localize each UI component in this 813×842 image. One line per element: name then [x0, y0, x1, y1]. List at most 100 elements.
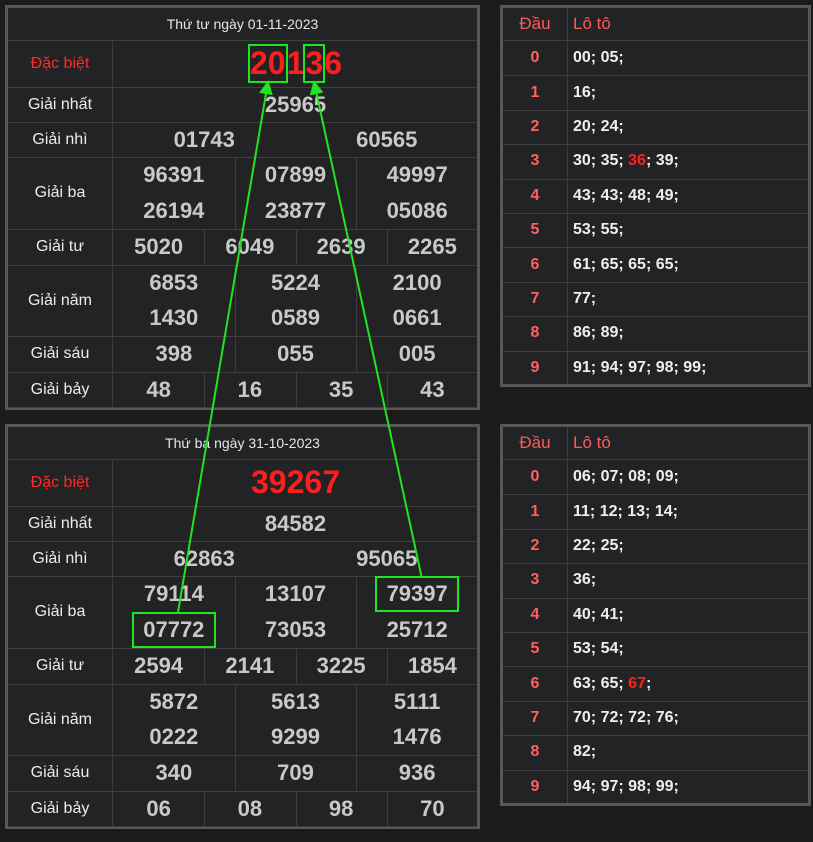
prize-value-fifth: 1430	[149, 305, 199, 331]
prize-value-third: 07899	[264, 162, 327, 187]
divider	[356, 755, 357, 791]
loto-number-text: 53; 55;	[573, 221, 624, 239]
prize-value-third: 25712	[386, 617, 448, 642]
prize-value-fifth: 5111	[393, 688, 441, 714]
prize-value-fifth: 5613	[271, 688, 320, 714]
divider	[567, 8, 568, 384]
prize-value-fourth: 6049	[225, 234, 275, 259]
loto-row-head: 3	[530, 152, 540, 170]
loto-number-text: 11; 12; 13; 14;	[573, 502, 678, 520]
loto-row-values: 61; 65; 65; 65;	[571, 247, 806, 281]
date-title: Thứ ba ngày 31-10-2023	[165, 435, 320, 451]
prize-value-fifth: 0222	[149, 724, 199, 750]
loto-header-dau: Đầu	[519, 14, 551, 33]
prize-value-fifth: 2100	[392, 269, 442, 295]
prize-value-sixth: 709	[277, 760, 314, 785]
divider	[296, 648, 297, 684]
divider	[235, 157, 236, 193]
loto-number-text: 77;	[573, 289, 597, 307]
result-card: Thứ ba ngày 31-10-2023 Đặc biệt 39267 Giải …	[5, 424, 480, 829]
loto-header-loto: Lô tô	[573, 433, 611, 452]
divider	[296, 229, 297, 265]
loto-row-head: 3	[530, 571, 540, 589]
prize-value-fourth: 2265	[407, 234, 457, 259]
divider	[235, 719, 236, 755]
prize-label-second: Giải nhì	[32, 130, 88, 148]
divider	[235, 193, 236, 229]
divider	[356, 265, 357, 301]
loto-row-values: 11; 12; 13; 14;	[571, 494, 806, 528]
loto-row-head: 9	[530, 777, 540, 795]
divider	[356, 684, 357, 720]
loto-number-text: 06; 07; 08; 09;	[573, 468, 679, 486]
loto-row-values: 20; 24;	[571, 110, 806, 144]
loto-row-values: 86; 89;	[571, 316, 806, 350]
prize-value-sixth: 005	[398, 341, 436, 366]
loto-row-head: 7	[530, 708, 540, 726]
prize-value-fourth: 2639	[316, 234, 366, 259]
divider	[204, 229, 205, 265]
prize-label-special: Đặc biệt	[30, 473, 90, 491]
divider	[387, 229, 388, 265]
special-digit-group: 6	[324, 45, 342, 81]
divider	[387, 791, 388, 826]
divider	[296, 791, 297, 826]
prize-value-third: 96391	[143, 162, 205, 187]
special-digit-group: 1	[286, 45, 305, 81]
prize-value-sixth: 398	[155, 341, 193, 366]
prize-value-third: 26194	[143, 198, 205, 223]
prize-label-sixth: Giải sáu	[30, 345, 90, 362]
prize-label-seventh: Giải bảy	[30, 380, 90, 398]
prize-value-seventh: 70	[420, 795, 445, 821]
prize-label-seventh: Giải bảy	[30, 799, 90, 817]
prize-value-seventh: 98	[328, 795, 354, 821]
divider	[235, 576, 236, 612]
loto-row-head: 6	[530, 674, 540, 692]
prize-value-fifth: 6853	[149, 269, 199, 295]
prize-value-seventh: 43	[420, 376, 445, 402]
loto-number-text: 86; 89;	[573, 324, 624, 342]
prize-value-sixth: 055	[277, 341, 314, 366]
special-digit-highlight: 20	[248, 44, 288, 83]
prize-label-fifth: Giải năm	[27, 710, 93, 728]
loto-hot-number: 36	[628, 152, 646, 170]
loto-number-text: 53; 54;	[573, 640, 624, 658]
loto-row-head: 1	[530, 83, 540, 101]
loto-number-text: ;	[645, 674, 652, 692]
loto-number-text: 63; 65;	[573, 674, 629, 692]
prize-value-fifth: 1476	[392, 724, 442, 750]
prize-value-fourth: 2141	[225, 653, 275, 678]
loto-row-values: 22; 25;	[571, 529, 806, 563]
loto-row-head: 8	[530, 324, 540, 342]
loto-row-head: 4	[530, 186, 540, 204]
loto-row-values: 82;	[571, 735, 806, 769]
loto-hot-number: 67	[628, 674, 646, 692]
divider	[235, 265, 236, 301]
prize-label-fifth: Giải năm	[27, 291, 93, 309]
loto-row-head: 6	[530, 255, 540, 273]
loto-row-values: 53; 55;	[571, 213, 806, 247]
prize-label-third: Giải ba	[34, 184, 86, 201]
prize-value-fifth: 0589	[271, 305, 320, 331]
loto-row-values: 16;	[571, 75, 806, 109]
loto-row-values: 36;	[571, 563, 806, 597]
loto-row-head: 1	[530, 502, 540, 520]
prize-value-fourth: 2594	[134, 653, 184, 678]
prize-label-first: Giải nhất	[27, 95, 93, 113]
loto-row-head: 2	[530, 117, 540, 135]
prize-value-third: 23877	[264, 198, 327, 223]
divider	[235, 300, 236, 336]
divider	[235, 336, 236, 372]
loto-row-head: 5	[530, 640, 540, 658]
prize-value-third: 13107	[264, 581, 327, 606]
prize-label-second: Giải nhì	[32, 549, 88, 567]
prize-value-seventh: 06	[146, 795, 171, 821]
loto-row-head: 2	[530, 536, 540, 554]
divider	[387, 648, 388, 684]
special-prize-value: 20 1 3 6	[113, 40, 478, 87]
loto-number-text: 22; 25;	[573, 536, 624, 554]
prize-value-second: 95065	[356, 545, 418, 571]
prize-value-second: 60565	[356, 126, 418, 152]
loto-row-values: 40; 41;	[571, 598, 806, 632]
loto-row-values: 53; 54;	[571, 632, 806, 666]
